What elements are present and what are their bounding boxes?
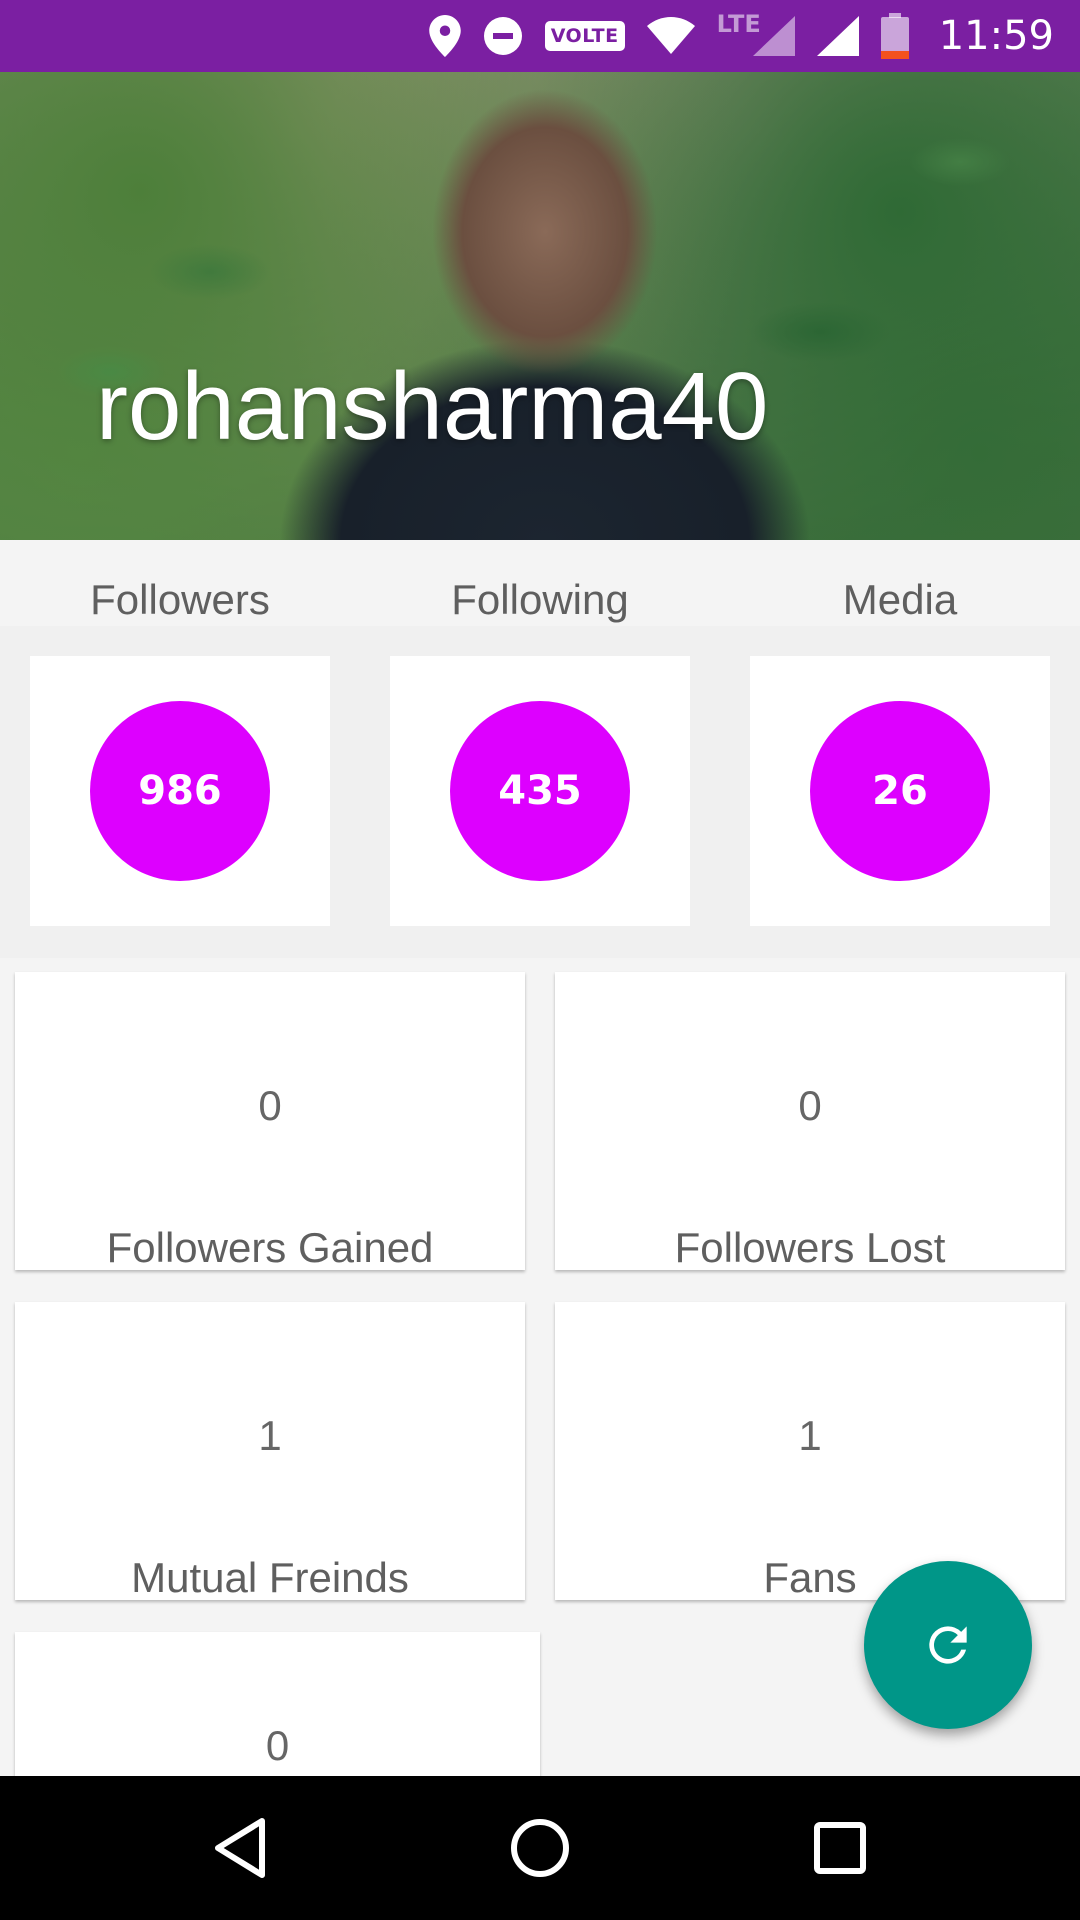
mutual-friends-value: 1	[258, 1412, 282, 1459]
followers-gained-card[interactable]: 0 Followers Gained	[15, 972, 525, 1271]
status-bar: VOLTE LTE 11:59	[0, 0, 1080, 72]
do-not-disturb-icon	[483, 16, 523, 56]
followers-lost-card[interactable]: 0 Followers Lost	[555, 972, 1065, 1271]
following-label: Following	[451, 576, 629, 623]
refresh-button[interactable]	[864, 1561, 1032, 1729]
followers-lost-label: Followers Lost	[674, 1224, 946, 1271]
metric-5-value: 0	[265, 1722, 290, 1769]
stats-circles-row: 986 435 26	[0, 626, 1080, 958]
media-label: Media	[842, 576, 958, 623]
username: rohansharma40	[96, 353, 769, 460]
stats-labels-row: Followers Following Media	[0, 540, 1080, 626]
battery-icon	[880, 13, 909, 59]
back-button[interactable]	[204, 1812, 276, 1884]
back-icon	[210, 1817, 270, 1879]
home-icon	[509, 1817, 571, 1879]
refresh-icon	[920, 1617, 976, 1673]
fans-value: 1	[798, 1412, 822, 1459]
home-button[interactable]	[504, 1812, 576, 1884]
recents-button[interactable]	[804, 1812, 876, 1884]
mutual-friends-card[interactable]: 1 Mutual Freinds	[15, 1302, 525, 1601]
followers-card[interactable]: 986	[30, 656, 330, 926]
mutual-friends-label: Mutual Freinds	[131, 1554, 409, 1601]
followers-label: Followers	[90, 576, 270, 623]
clock: 11:59	[938, 13, 1054, 59]
following-count: 435	[450, 701, 630, 881]
navigation-bar	[0, 1776, 1080, 1920]
location-icon	[428, 15, 461, 57]
followers-lost-value: 0	[798, 1082, 822, 1129]
recents-icon	[813, 1821, 867, 1875]
media-card[interactable]: 26	[750, 656, 1050, 926]
followers-count: 986	[90, 701, 270, 881]
wifi-icon	[646, 16, 695, 56]
profile-cover-photo	[0, 72, 1080, 540]
followers-gained-value: 0	[258, 1082, 282, 1129]
following-card[interactable]: 435	[390, 656, 690, 926]
metric-card-5[interactable]: 0	[15, 1632, 540, 1792]
lte-signal-icon	[752, 16, 795, 56]
fans-card[interactable]: 1 Fans	[555, 1302, 1065, 1601]
media-count: 26	[810, 701, 990, 881]
profile-header: rohansharma40	[0, 72, 1080, 540]
followers-gained-label: Followers Gained	[106, 1224, 434, 1271]
cell-signal-icon	[816, 16, 859, 56]
volte-icon: VOLTE	[544, 21, 625, 51]
